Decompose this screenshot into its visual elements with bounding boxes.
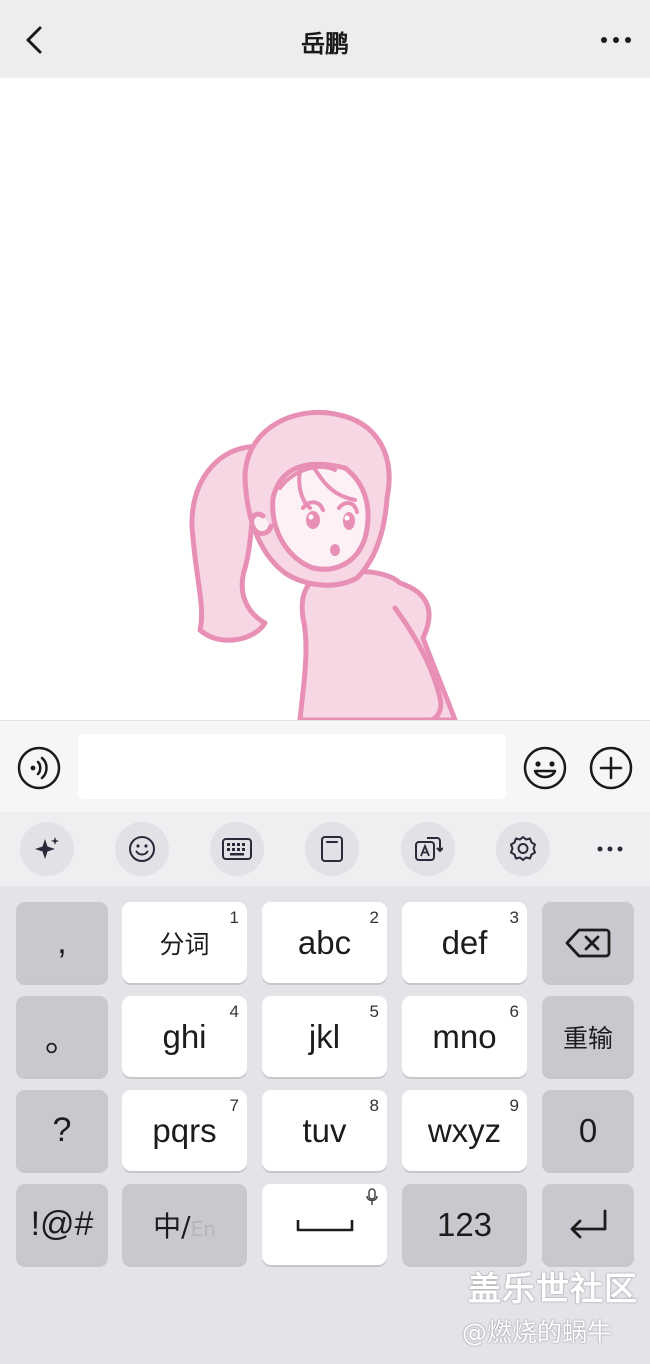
key-label: def <box>441 923 488 961</box>
key-1[interactable]: 分词 1 <box>122 902 247 983</box>
key-number: 2 <box>369 908 379 927</box>
ellipsis-icon <box>601 37 631 43</box>
message-input-bar <box>0 720 650 812</box>
key-label: 0 <box>578 1111 598 1149</box>
chat-area[interactable] <box>0 78 650 720</box>
voice-button[interactable] <box>16 745 62 791</box>
settings-button[interactable] <box>496 822 550 876</box>
emoji-toolbar-button[interactable] <box>115 822 169 876</box>
key-7[interactable]: pqrs 7 <box>122 1090 247 1171</box>
emoji-button[interactable] <box>522 745 568 791</box>
key-label: pqrs <box>152 1111 217 1149</box>
sparkle-icon <box>35 837 59 859</box>
key-label: 分词 <box>159 929 210 959</box>
key-6[interactable]: mno 6 <box>402 996 527 1077</box>
backspace-icon <box>565 928 611 957</box>
key-label: 。 <box>45 1021 79 1059</box>
key-label: 123 <box>436 1205 493 1243</box>
key-label: ? <box>52 1111 72 1149</box>
more-functions-button[interactable] <box>588 745 634 791</box>
key-2[interactable]: abc 2 <box>262 902 387 983</box>
key-question[interactable]: ? <box>16 1090 108 1171</box>
chat-header: 岳鹏 <box>0 0 650 78</box>
key-number: 3 <box>509 908 519 927</box>
key-label: , <box>57 923 67 961</box>
plus-circle-icon <box>589 746 633 790</box>
sticker-image[interactable] <box>185 408 485 720</box>
key-0[interactable]: 0 <box>542 1090 634 1171</box>
key-period[interactable]: 。 <box>16 996 108 1077</box>
key-symbols[interactable]: !@# <box>16 1184 108 1265</box>
enter-key[interactable] <box>542 1184 634 1265</box>
key-number: 1 <box>229 908 239 927</box>
key-number: 5 <box>369 1002 379 1021</box>
more-icon <box>597 846 623 852</box>
translate-icon <box>415 837 443 861</box>
backspace-key[interactable] <box>542 902 634 983</box>
key-5[interactable]: jkl 5 <box>262 996 387 1077</box>
girl-sticker-illustration <box>189 409 458 720</box>
key-4[interactable]: ghi 4 <box>122 996 247 1077</box>
watermark-author: @燃烧的蜗牛 <box>462 1318 613 1347</box>
key-number: 6 <box>509 1002 519 1021</box>
key-label: jkl <box>308 1017 341 1055</box>
space-key[interactable] <box>262 1184 387 1265</box>
ai-button[interactable] <box>20 822 74 876</box>
key-label: abc <box>297 923 352 961</box>
key-label: !@# <box>30 1205 94 1243</box>
key-label: 重输 <box>562 1023 613 1053</box>
translate-button[interactable] <box>401 822 455 876</box>
key-label: ghi <box>162 1017 207 1055</box>
key-number: 9 <box>509 1096 519 1115</box>
lang-zh-label: 中/ <box>153 1209 191 1243</box>
toolbar-more-button[interactable] <box>583 822 637 876</box>
space-icon <box>296 1219 353 1231</box>
clipboard-button[interactable] <box>305 822 359 876</box>
key-comma[interactable]: , <box>16 902 108 983</box>
keyboard-icon <box>222 838 252 860</box>
more-button[interactable] <box>596 22 636 58</box>
key-3[interactable]: def 3 <box>402 902 527 983</box>
reinput-key[interactable]: 重输 <box>542 996 634 1077</box>
lang-en-label: En <box>190 1216 216 1241</box>
key-9[interactable]: wxyz 9 <box>402 1090 527 1171</box>
clipboard-icon <box>321 836 343 862</box>
smiley-icon <box>523 746 567 790</box>
ime-toolbar <box>0 812 650 886</box>
key-label: mno <box>432 1017 497 1055</box>
keyboard-switch-button[interactable] <box>210 822 264 876</box>
watermark-site: 盖乐世社区 <box>468 1269 638 1308</box>
voice-icon <box>17 746 61 790</box>
key-label: wxyz <box>427 1111 502 1149</box>
lang-label: 中/En <box>153 1205 216 1245</box>
key-8[interactable]: tuv 8 <box>262 1090 387 1171</box>
gear-icon <box>510 836 536 861</box>
message-input[interactable] <box>78 734 506 799</box>
emoji-icon <box>129 836 155 862</box>
enter-icon <box>570 1209 607 1238</box>
key-number: 8 <box>369 1096 379 1115</box>
key-label: tuv <box>302 1111 347 1149</box>
key-number: 7 <box>229 1096 239 1115</box>
chat-title: 岳鹏 <box>301 30 349 58</box>
key-number: 4 <box>229 1002 239 1021</box>
number-keyboard-key[interactable]: 123 <box>402 1184 527 1265</box>
language-switch-key[interactable]: 中/En <box>122 1184 247 1265</box>
mic-icon <box>366 1188 378 1205</box>
